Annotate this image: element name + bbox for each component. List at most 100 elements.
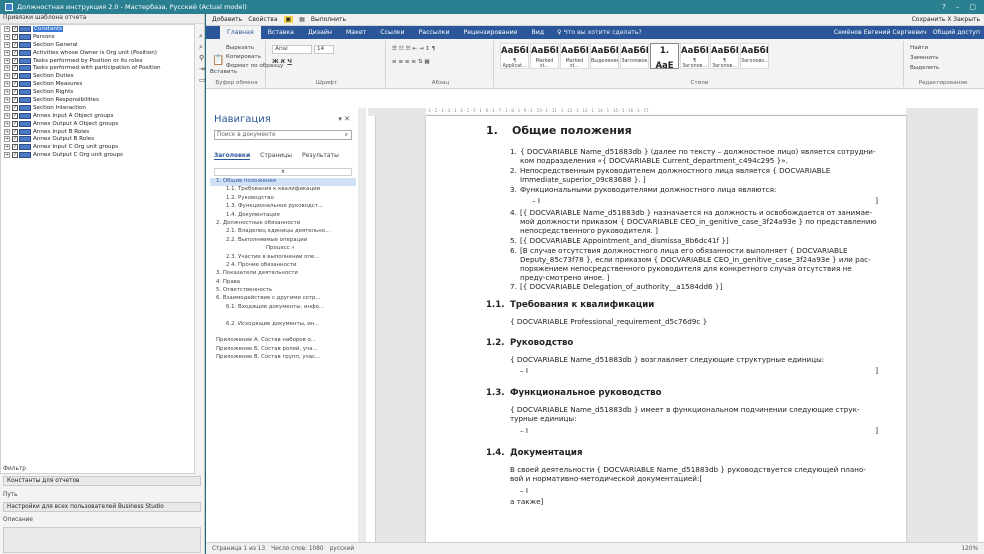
nav-heading-item[interactable]: 6.1. Входящие документы, инфо...	[210, 304, 356, 312]
save-close-button[interactable]: Сохранить Х Закрыть	[912, 16, 980, 23]
expand-icon[interactable]: +	[4, 25, 10, 32]
nav-heading-item[interactable]: Процесс »	[210, 245, 356, 253]
tree-item[interactable]: + ✓ Constants	[1, 25, 194, 33]
ribbon-tab[interactable]: Рассылки	[412, 26, 457, 39]
highlight-icon[interactable]: ▣	[283, 16, 294, 23]
path-field[interactable]: Настройки для всех пользователей Busines…	[3, 502, 201, 512]
filter-field[interactable]: Константы для отчетов	[3, 476, 201, 486]
checkbox[interactable]: ✓	[12, 120, 18, 127]
tree-item[interactable]: + ✓ Section Measures	[1, 80, 194, 88]
tree-item[interactable]: + ✓ Annex Input C Org unit groups	[1, 143, 194, 151]
checkbox[interactable]: ✓	[12, 41, 18, 48]
replace-button[interactable]: Заменить	[910, 55, 939, 61]
ribbon-tab[interactable]: Вставка	[261, 26, 301, 39]
tree-item[interactable]: + ✓ Section Responsibilities	[1, 96, 194, 104]
nav-heading-item[interactable]: 2. Должностные обязанности	[210, 220, 356, 228]
nav-heading-item[interactable]: 5. Ответственность	[210, 287, 356, 295]
select-button[interactable]: Выделить	[910, 65, 939, 71]
checkbox[interactable]: ✓	[12, 33, 18, 40]
style-card[interactable]: AaБбЕ Marked st...	[530, 43, 559, 69]
checkbox[interactable]: ✓	[12, 144, 18, 151]
nav-heading-item[interactable]: 2.3. Участие в выполнении опе...	[210, 254, 356, 262]
close-icon[interactable]: ▾ ✕	[338, 115, 350, 123]
properties-button[interactable]: Свойства	[248, 16, 277, 23]
tree-item[interactable]: + ✓ Annex Output C Org unit groups	[1, 151, 194, 159]
nav-search-input[interactable]: Поиск в документе ⌕	[214, 130, 352, 140]
tree-item[interactable]: + ✓ Section Duties	[1, 72, 194, 80]
checkbox[interactable]: ✓	[12, 104, 18, 111]
style-card[interactable]: 1. AaE¶ Заголов...	[650, 43, 679, 69]
document-page[interactable]: 1. Общие положения 1.{ DOCVARIABLE Name_d…	[426, 116, 906, 548]
checkbox[interactable]: ✓	[12, 25, 18, 32]
style-card[interactable]: AaБбВ ¶ Заголов...	[710, 43, 739, 69]
ribbon-tab[interactable]: Рецензирование	[457, 26, 525, 39]
nav-tab[interactable]: Результаты	[302, 152, 339, 160]
style-card[interactable]: AaБбЕ Marked st...	[560, 43, 589, 69]
nav-heading-item[interactable]: Приложение Б. Состав ролей, уча...	[210, 346, 356, 354]
tell-me-input[interactable]: ♀ Что вы хотите сделать?	[557, 29, 642, 36]
bold-button[interactable]: Ж К Ч	[272, 59, 292, 65]
nav-heading-item[interactable]: 1.4. Документация	[210, 212, 356, 220]
expand-icon[interactable]: +	[4, 104, 10, 111]
tree-item[interactable]: + ✓ Activities whose Owner is Org unit (Po…	[1, 49, 194, 57]
font-size-select[interactable]: 14	[314, 45, 334, 54]
style-card[interactable]: AaБбВ ¶ Заголов...	[680, 43, 709, 69]
expand-icon[interactable]: +	[4, 112, 10, 119]
filter-icon[interactable]: ⚲	[199, 54, 205, 64]
nav-heading-item[interactable]: 2.1. Владелец единицы деятельно...	[210, 228, 356, 236]
nav-heading-item[interactable]	[210, 329, 356, 337]
expand-icon[interactable]: +	[4, 41, 10, 48]
tree-item[interactable]: + ✓ Section Rights	[1, 88, 194, 96]
expand-icon[interactable]: +	[4, 81, 10, 88]
nav-heading-item[interactable]: 1.3. Функциональное руководст...	[210, 203, 356, 211]
expand-icon[interactable]: +	[4, 120, 10, 127]
style-card[interactable]: AaБбI Заголовок	[620, 43, 649, 69]
search-icon[interactable]: ⌕	[199, 32, 205, 42]
ribbon-tab[interactable]: Дизайн	[301, 26, 339, 39]
checkbox[interactable]: ✓	[12, 81, 18, 88]
nav-splitter[interactable]	[358, 108, 366, 548]
checkbox[interactable]: ✓	[12, 89, 18, 96]
add-button[interactable]: Добавить	[212, 16, 242, 23]
cut-button[interactable]: Вырезать	[226, 45, 254, 51]
checkbox[interactable]: ✓	[12, 96, 18, 103]
expand-icon[interactable]: +	[4, 128, 10, 135]
doc-icon[interactable]: ▭	[199, 76, 206, 86]
nav-heading-item[interactable]: 3. Показатели деятельности	[210, 270, 356, 278]
ribbon-tab[interactable]: Главная	[220, 26, 261, 39]
checkbox[interactable]: ✓	[12, 128, 18, 135]
nav-tab[interactable]: Заголовки	[214, 152, 251, 160]
nav-heading-blank[interactable]: ¤	[214, 168, 352, 176]
paste-icon[interactable]: 📋	[212, 55, 224, 66]
checkbox[interactable]: ✓	[12, 152, 18, 159]
style-card[interactable]: AaБбВ Заголово...	[740, 43, 769, 69]
nav-heading-item[interactable]: Приложение В. Состав групп, учас...	[210, 354, 356, 362]
nav-heading-item[interactable]: Приложение А. Состав наборов о...	[210, 337, 356, 345]
insert-icon[interactable]: ⇥	[199, 65, 205, 75]
nav-heading-item[interactable]: 1.2. Руководство	[210, 195, 356, 203]
nav-heading-item[interactable]: 6.2. Исходящие документы, ин...	[210, 321, 356, 329]
nav-tab[interactable]: Страницы	[260, 152, 292, 160]
expand-icon[interactable]: +	[4, 144, 10, 151]
checkbox[interactable]: ✓	[12, 73, 18, 80]
checkbox[interactable]: ✓	[12, 57, 18, 64]
tree-item[interactable]: + ✓ Section General	[1, 41, 194, 49]
maximize-icon[interactable]: ▢	[969, 3, 976, 11]
ribbon-tab[interactable]: Вид	[524, 26, 551, 39]
tree-item[interactable]: + ✓ Tasks performed with participation of …	[1, 64, 194, 72]
minimize-icon[interactable]: –	[956, 3, 960, 11]
font-name-select[interactable]: Arial	[272, 45, 312, 54]
nav-heading-item[interactable]: 2.2. Выполняемые операции	[210, 237, 356, 245]
search-icon[interactable]: ⌕	[345, 131, 348, 139]
expand-icon[interactable]: +	[4, 57, 10, 64]
find-button[interactable]: Найти	[910, 45, 928, 51]
description-field[interactable]	[3, 527, 201, 553]
expand-icon[interactable]: +	[4, 73, 10, 80]
tree-item[interactable]: + ✓ Annex Output A Object groups	[1, 120, 194, 128]
list-icon[interactable]: ☰ ☷ ☵ ⇤ ⇥ ↕ ¶	[392, 46, 435, 52]
tree-item[interactable]: + ✓ Section Interaction	[1, 104, 194, 112]
nav-heading-item[interactable]: 1.1. Требования к квалификации	[210, 186, 356, 194]
ribbon-tab[interactable]: Макет	[339, 26, 373, 39]
tree-item[interactable]: + ✓ Annex Input A Object groups	[1, 112, 194, 120]
copy-button[interactable]: Копировать	[226, 54, 261, 60]
